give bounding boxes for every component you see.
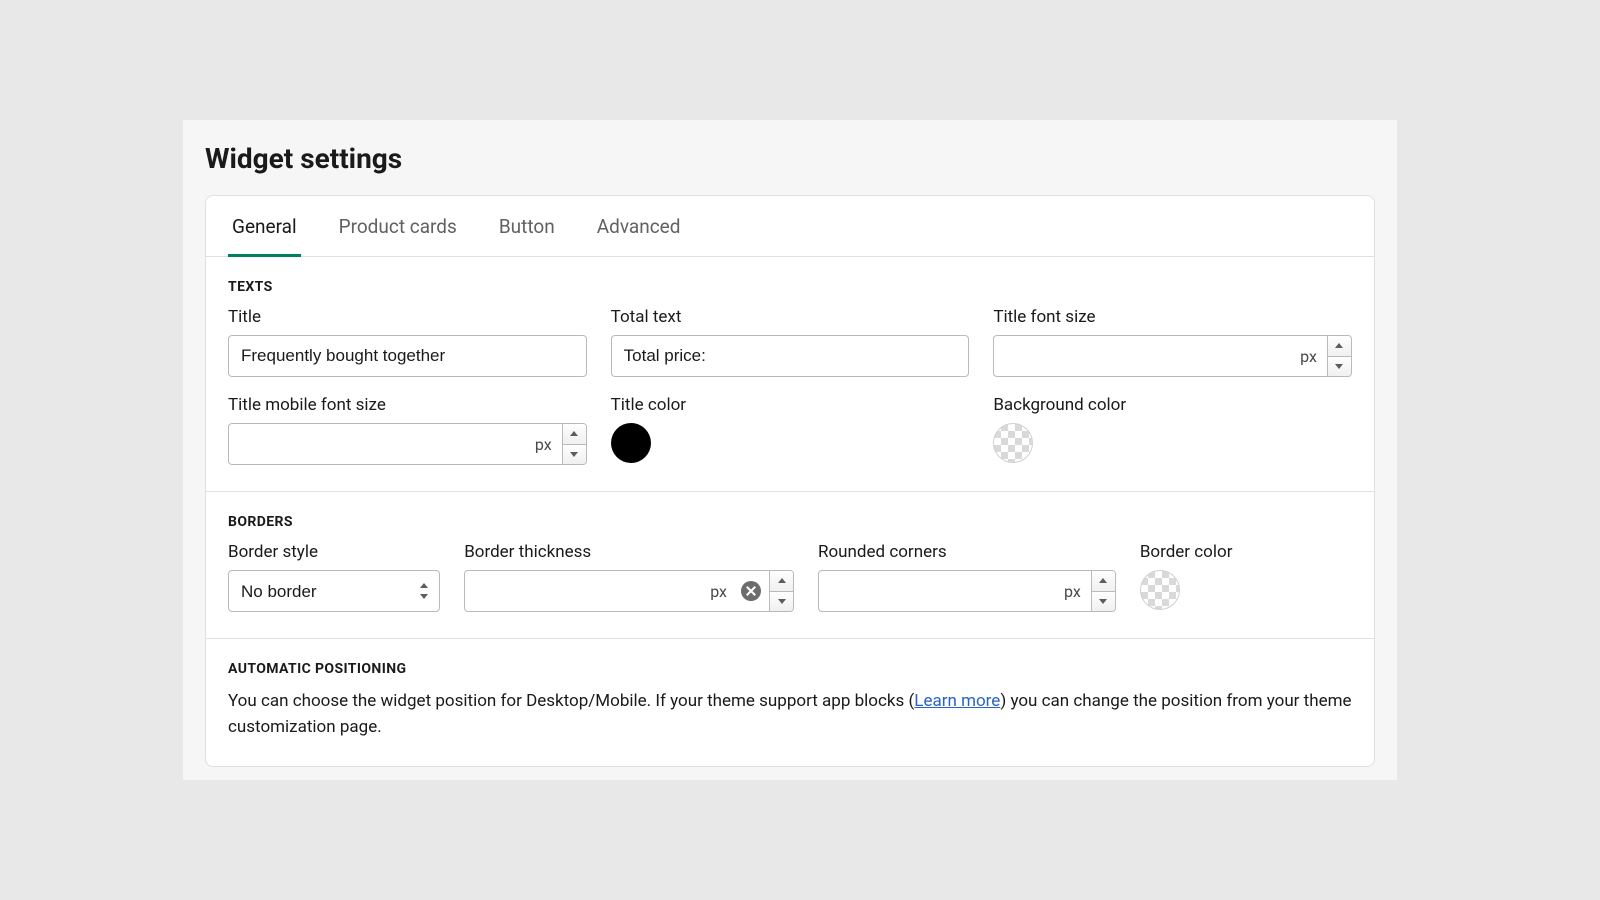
- section-texts: TEXTS Title Total text Title font size p…: [206, 257, 1374, 491]
- chevron-up-icon: [778, 578, 786, 583]
- section-positioning: AUTOMATIC POSITIONING You can choose the…: [206, 638, 1374, 766]
- step-up-button[interactable]: [1328, 336, 1351, 357]
- label-title-mobile-font-size: Title mobile font size: [228, 395, 587, 415]
- chevron-up-icon: [1099, 578, 1107, 583]
- numeric-border-thickness: px: [464, 570, 794, 612]
- spinner: [1327, 336, 1351, 376]
- field-title-color: Title color: [611, 395, 970, 465]
- spinner: [769, 571, 793, 611]
- settings-card: General Product cards Button Advanced TE…: [205, 195, 1375, 767]
- chevron-down-icon: [570, 452, 578, 457]
- label-total-text: Total text: [611, 307, 970, 327]
- step-up-button[interactable]: [1092, 571, 1115, 592]
- step-down-button[interactable]: [1092, 592, 1115, 612]
- tab-advanced[interactable]: Advanced: [593, 197, 685, 257]
- input-title[interactable]: [228, 335, 587, 377]
- settings-panel: Widget settings General Product cards Bu…: [183, 120, 1397, 780]
- input-total-text[interactable]: [611, 335, 970, 377]
- unit-px: px: [535, 435, 562, 454]
- input-border-thickness[interactable]: [465, 571, 710, 611]
- label-title: Title: [228, 307, 587, 327]
- unit-px: px: [710, 582, 737, 601]
- label-border-style: Border style: [228, 542, 440, 562]
- unit-px: px: [1064, 582, 1091, 601]
- input-title-font-size[interactable]: [994, 336, 1300, 376]
- input-title-mobile-font-size[interactable]: [229, 424, 535, 464]
- tab-button[interactable]: Button: [495, 197, 559, 257]
- label-title-color: Title color: [611, 395, 970, 415]
- section-heading-texts: TEXTS: [228, 279, 1352, 295]
- numeric-title-mobile-font-size: px: [228, 423, 587, 465]
- chevron-up-icon: [570, 431, 578, 436]
- clear-button[interactable]: [741, 581, 761, 601]
- label-background-color: Background color: [993, 395, 1352, 415]
- chevron-down-icon: [778, 599, 786, 604]
- color-swatch-border[interactable]: [1140, 570, 1180, 610]
- select-border-style[interactable]: No border: [228, 570, 440, 612]
- field-rounded-corners: Rounded corners px: [818, 542, 1116, 612]
- step-down-button[interactable]: [1328, 357, 1351, 377]
- section-heading-borders: BORDERS: [228, 514, 1352, 530]
- tab-general[interactable]: General: [228, 197, 301, 257]
- chevron-up-icon: [1335, 343, 1343, 348]
- positioning-description: You can choose the widget position for D…: [228, 689, 1352, 740]
- label-border-thickness: Border thickness: [464, 542, 794, 562]
- step-up-button[interactable]: [770, 571, 793, 592]
- field-total-text: Total text: [611, 307, 970, 377]
- field-title-mobile-font-size: Title mobile font size px: [228, 395, 587, 465]
- label-border-color: Border color: [1140, 542, 1352, 562]
- chevron-down-icon: [1335, 364, 1343, 369]
- step-down-button[interactable]: [770, 592, 793, 612]
- unit-px: px: [1300, 347, 1327, 366]
- color-swatch-background[interactable]: [993, 423, 1033, 463]
- field-border-style: Border style No border: [228, 542, 440, 612]
- color-swatch-title[interactable]: [611, 423, 651, 463]
- tabs: General Product cards Button Advanced: [206, 196, 1374, 257]
- input-rounded-corners[interactable]: [819, 571, 1064, 611]
- label-rounded-corners: Rounded corners: [818, 542, 1116, 562]
- section-heading-positioning: AUTOMATIC POSITIONING: [228, 661, 1352, 677]
- learn-more-link[interactable]: Learn more: [914, 691, 1000, 711]
- chevron-down-icon: [1099, 599, 1107, 604]
- field-border-color: Border color: [1140, 542, 1352, 612]
- field-background-color: Background color: [993, 395, 1352, 465]
- page-title: Widget settings: [183, 120, 1397, 195]
- field-title-font-size: Title font size px: [993, 307, 1352, 377]
- positioning-text-pre: You can choose the widget position for D…: [228, 691, 914, 711]
- field-border-thickness: Border thickness px: [464, 542, 794, 612]
- spinner: [1091, 571, 1115, 611]
- section-borders: BORDERS Border style No border Border th…: [206, 491, 1374, 638]
- numeric-rounded-corners: px: [818, 570, 1116, 612]
- tab-product-cards[interactable]: Product cards: [335, 197, 461, 257]
- spinner: [562, 424, 586, 464]
- numeric-title-font-size: px: [993, 335, 1352, 377]
- label-title-font-size: Title font size: [993, 307, 1352, 327]
- step-down-button[interactable]: [563, 445, 586, 465]
- step-up-button[interactable]: [563, 424, 586, 445]
- field-title: Title: [228, 307, 587, 377]
